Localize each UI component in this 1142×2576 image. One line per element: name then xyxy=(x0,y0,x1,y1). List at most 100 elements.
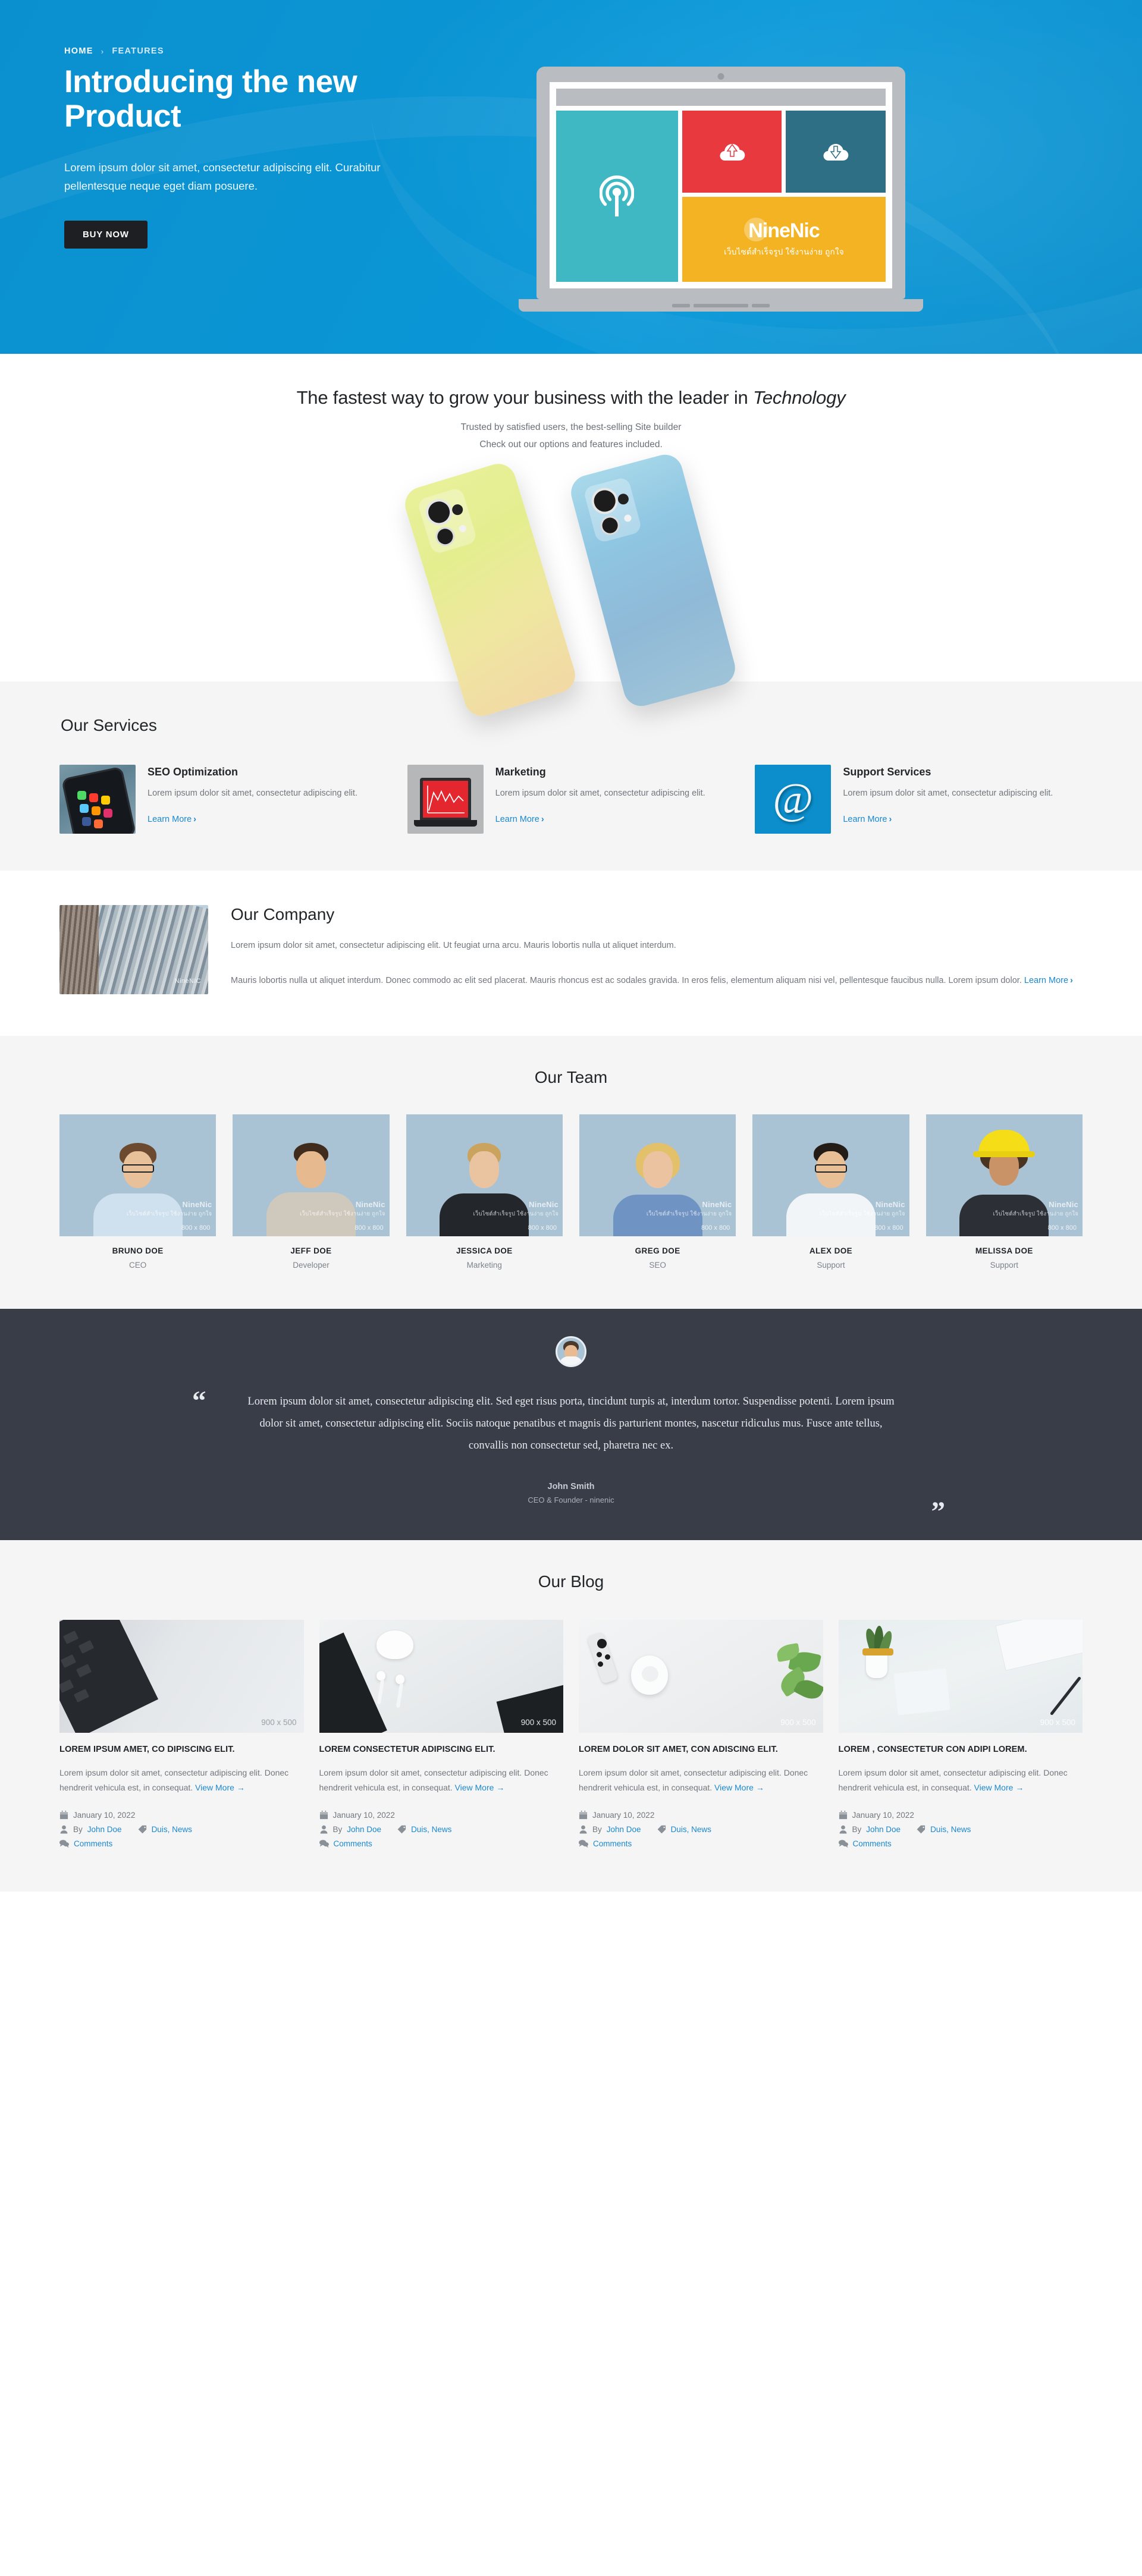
seo-thumbnail xyxy=(59,765,136,834)
image-watermark: NineNic เว็บไซต์สำเร็จรูป ใช้งานง่าย ถูกใ… xyxy=(993,1199,1078,1218)
post-excerpt: Lorem ipsum dolor sit amet, consectetur … xyxy=(59,1767,289,1792)
breadcrumb-home[interactable]: HOME xyxy=(64,46,93,56)
testimonial-text: Lorem ipsum dolor sit amet, consectetur … xyxy=(247,1396,895,1452)
user-icon xyxy=(319,1825,328,1834)
service-learn-more-link[interactable]: Learn More › xyxy=(843,815,892,824)
tag-icon xyxy=(657,1825,666,1834)
camera-module xyxy=(416,487,478,555)
camera-lens-tertiary xyxy=(616,492,630,506)
post-meta: January 10, 2022 By John Doe Duis, News Com… xyxy=(59,1810,304,1848)
post-date: January 10, 2022 xyxy=(332,1810,395,1820)
post-title[interactable]: LOREM DOLOR SIT AMET, CON ADISCING ELIT. xyxy=(579,1743,823,1756)
laptop-illustration: NineNic เว็บไซต์สำเร็จรูป ใช้งานง่าย ถูก… xyxy=(519,67,923,312)
member-name: JESSICA DOE xyxy=(456,1246,513,1256)
post-thumbnail[interactable]: 900 x 500 xyxy=(319,1620,563,1733)
image-watermark: NineNic เว็บไซต์สำเร็จรูป ใช้งานง่าย ถูกใ… xyxy=(300,1199,385,1218)
tile-cloud-download xyxy=(786,111,886,193)
post-tags-link[interactable]: Duis, News xyxy=(930,1825,971,1834)
view-more-link[interactable]: View More → xyxy=(974,1783,1024,1792)
team-member-card: NineNic เว็บไซต์สำเร็จรูป ใช้งานง่าย ถูกใ… xyxy=(752,1114,909,1270)
post-excerpt: Lorem ipsum dolor sit amet, consectetur … xyxy=(579,1767,808,1792)
post-comments-link[interactable]: Comments xyxy=(334,1839,372,1848)
post-comments-link[interactable]: Comments xyxy=(853,1839,892,1848)
post-author-link[interactable]: John Doe xyxy=(347,1825,381,1834)
comments-icon xyxy=(319,1839,329,1848)
member-name: ALEX DOE xyxy=(809,1246,853,1256)
team-member-card: NineNic เว็บไซต์สำเร็จรูป ใช้งานง่าย ถูกใ… xyxy=(233,1114,390,1270)
pen-icon xyxy=(1049,1676,1082,1716)
post-tags-link[interactable]: Duis, News xyxy=(411,1825,451,1834)
calendar-icon xyxy=(839,1810,848,1820)
post-author-link[interactable]: John Doe xyxy=(866,1825,901,1834)
post-title[interactable]: LOREM , CONSECTETUR CON ADIPI LOREM. xyxy=(839,1743,1083,1756)
post-date-row: January 10, 2022 xyxy=(579,1810,823,1820)
post-meta: January 10, 2022 By John Doe Duis, News Com… xyxy=(319,1810,564,1848)
hero-title-line1: Introducing the new xyxy=(64,64,357,99)
technology-sub-line2: Check out our options and features inclu… xyxy=(479,439,663,450)
post-author-link[interactable]: John Doe xyxy=(87,1825,122,1834)
service-learn-more-link[interactable]: Learn More › xyxy=(148,815,196,824)
member-name: GREG DOE xyxy=(635,1246,680,1256)
post-author-row: By John Doe Duis, News xyxy=(579,1825,823,1834)
calendar-icon xyxy=(579,1810,588,1820)
image-watermark: NineNic เว็บไซต์สำเร็จรูป ใช้งานง่าย ถูกใ… xyxy=(126,1199,212,1218)
post-by-label: By xyxy=(332,1824,343,1834)
service-learn-more-link[interactable]: Learn More › xyxy=(495,815,544,824)
phone-yellow xyxy=(400,460,580,721)
post-comments-link[interactable]: Comments xyxy=(593,1839,632,1848)
post-date-row: January 10, 2022 xyxy=(59,1810,304,1820)
view-more-link[interactable]: View More → xyxy=(714,1783,764,1792)
member-photo: NineNic เว็บไซต์สำเร็จรูป ใช้งานง่าย ถูกใ… xyxy=(925,1114,1083,1237)
calendar-icon xyxy=(59,1810,68,1820)
company-image: NineNIC xyxy=(59,905,208,995)
page-root: HOME › FEATURES Introducing the new Prod… xyxy=(0,0,1142,1892)
post-title[interactable]: LOREM IPSUM AMET, CO DIPISCING ELIT. xyxy=(59,1743,304,1756)
laptop-photo xyxy=(59,1620,304,1733)
post-meta: January 10, 2022 By John Doe Duis, News Com… xyxy=(579,1810,823,1848)
blog-heading: Our Blog xyxy=(538,1572,604,1591)
arrow-right-icon: → xyxy=(755,1782,764,1792)
view-more-link[interactable]: View More → xyxy=(455,1783,505,1792)
quote-open-icon: “ xyxy=(192,1386,206,1417)
placeholder-dimension: 800 x 800 xyxy=(701,1224,730,1232)
member-role: CEO xyxy=(129,1261,147,1270)
placeholder-dimension: 800 x 800 xyxy=(874,1224,903,1232)
technology-sub-line1: Trusted by satisfied users, the best-sel… xyxy=(460,422,682,432)
services-section: Our Services SEO Optimization Lorem ipsu… xyxy=(0,681,1142,871)
post-thumbnail[interactable]: 900 x 500 xyxy=(59,1620,304,1733)
phone-blue xyxy=(567,451,739,711)
member-name: MELISSA DOE xyxy=(975,1246,1033,1256)
post-meta: January 10, 2022 By John Doe Duis, News Com… xyxy=(838,1810,1083,1848)
building-icon xyxy=(59,905,99,995)
support-thumbnail: @ xyxy=(755,765,832,834)
blog-section: Our Blog 900 x 500 LOREM IPSUM AMET, CO D… xyxy=(0,1540,1142,1892)
post-date: January 10, 2022 xyxy=(73,1810,136,1820)
service-description: Lorem ipsum dolor sit amet, consectetur … xyxy=(148,788,357,799)
post-thumbnail[interactable]: 900 x 500 xyxy=(579,1620,823,1733)
camera-lens-main xyxy=(588,485,621,517)
blog-post-card: 900 x 500 LOREM DOLOR SIT AMET, CON ADISC… xyxy=(579,1620,823,1853)
post-comments-row: Comments xyxy=(579,1839,823,1848)
comments-icon xyxy=(59,1839,69,1848)
calendar-icon xyxy=(319,1810,328,1820)
company-learn-more-link[interactable]: Learn More › xyxy=(1024,976,1073,985)
cloud-upload-icon xyxy=(720,143,745,161)
view-more-link[interactable]: View More → xyxy=(195,1783,245,1792)
member-role: Marketing xyxy=(466,1261,502,1270)
buy-now-button[interactable]: BUY NOW xyxy=(64,221,148,249)
post-author-link[interactable]: John Doe xyxy=(607,1825,641,1834)
post-thumbnail[interactable]: 900 x 500 xyxy=(838,1620,1083,1733)
hero-illustration: NineNic เว็บไซต์สำเร็จรูป ใช้งานง่าย ถูก… xyxy=(500,46,1083,312)
post-comments-row: Comments xyxy=(838,1839,1083,1848)
post-comments-link[interactable]: Comments xyxy=(74,1839,112,1848)
testimonial-author-name: John Smith xyxy=(547,1482,595,1492)
ninenic-logo: NineNic xyxy=(744,218,820,242)
post-tags-link[interactable]: Duis, News xyxy=(671,1825,711,1834)
face xyxy=(469,1151,500,1189)
service-title: Marketing xyxy=(495,766,546,778)
chart-screen xyxy=(422,781,468,818)
arrow-right-icon: → xyxy=(236,1782,245,1792)
post-tags-link[interactable]: Duis, News xyxy=(152,1825,192,1834)
laptop-lid: NineNic เว็บไซต์สำเร็จรูป ใช้งานง่าย ถูก… xyxy=(537,67,905,299)
post-title[interactable]: LOREM CONSECTETUR ADIPISCING ELIT. xyxy=(319,1743,564,1756)
